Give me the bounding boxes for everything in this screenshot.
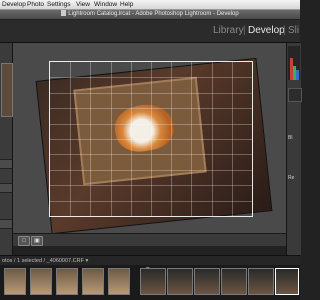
crop-grid-line xyxy=(50,123,252,125)
module-library[interactable]: Library xyxy=(213,25,244,36)
menu-photo[interactable]: Photo xyxy=(27,0,44,9)
window-title: Lightroom Catalog.lrcat - Adobe Photosho… xyxy=(68,11,239,17)
module-picker: Library | Develop | Sli xyxy=(0,20,300,43)
loupe-view-button[interactable]: □ xyxy=(18,236,30,246)
crop-grid-line xyxy=(50,154,252,156)
histogram xyxy=(288,46,300,80)
crop-grid-line xyxy=(50,169,252,171)
menu-view[interactable]: View xyxy=(76,0,90,9)
window-title-bar: Lightroom Catalog.lrcat - Adobe Photosho… xyxy=(0,10,300,20)
menu-window[interactable]: Window xyxy=(94,0,117,9)
crop-grid-line xyxy=(50,200,252,202)
filmstrip-thumbnail[interactable] xyxy=(140,268,166,295)
navigator-preview[interactable] xyxy=(1,63,13,117)
filmstrip-thumbnail[interactable] xyxy=(108,268,130,295)
filmstrip-thumbnail[interactable] xyxy=(248,268,274,295)
filmstrip-thumbnail[interactable] xyxy=(4,268,26,295)
photo-canvas[interactable] xyxy=(13,43,286,233)
right-panel: Bl Re xyxy=(286,43,302,255)
menu-develop[interactable]: Develop xyxy=(2,0,26,9)
filmstrip-thumbnail[interactable] xyxy=(82,268,104,295)
crop-tool-button[interactable] xyxy=(288,88,302,102)
crop-grid-line xyxy=(50,77,252,79)
histogram-blue-channel xyxy=(296,70,299,80)
right-panel-label: Re xyxy=(288,175,295,181)
menu-bar: Develop Photo Settings View Window Help xyxy=(0,0,300,10)
right-panel-label: Bl xyxy=(288,135,293,141)
filmstrip-thumbnail[interactable] xyxy=(30,268,52,295)
module-separator: | xyxy=(243,25,246,36)
menu-settings[interactable]: Settings xyxy=(47,0,71,9)
module-separator: | xyxy=(283,25,286,36)
left-panel-section[interactable] xyxy=(0,183,12,193)
crop-grid-line xyxy=(50,108,252,110)
crop-grid-line xyxy=(50,92,252,94)
filmstrip-thumbnail[interactable] xyxy=(194,268,220,295)
module-slideshow[interactable]: Sli xyxy=(288,25,299,36)
document-icon xyxy=(61,10,67,16)
filmstrip-thumbnail[interactable] xyxy=(56,268,78,295)
filmstrip-thumbnail-selected[interactable] xyxy=(275,268,299,295)
crop-overlay[interactable] xyxy=(49,61,253,217)
left-panel-section[interactable] xyxy=(0,219,12,229)
filmstrip: ▾ xyxy=(0,265,300,300)
crop-grid-line xyxy=(50,139,252,140)
left-panel-section[interactable] xyxy=(0,159,12,169)
crop-grid-line xyxy=(50,185,252,187)
module-develop[interactable]: Develop xyxy=(248,25,285,36)
filmstrip-thumbnail[interactable] xyxy=(221,268,247,295)
view-toolbar: □ ▣ xyxy=(13,233,286,246)
compare-view-button[interactable]: ▣ xyxy=(31,236,43,246)
menu-help[interactable]: Help xyxy=(120,0,133,9)
filmstrip-thumbnail[interactable] xyxy=(167,268,193,295)
left-panel xyxy=(0,43,13,255)
